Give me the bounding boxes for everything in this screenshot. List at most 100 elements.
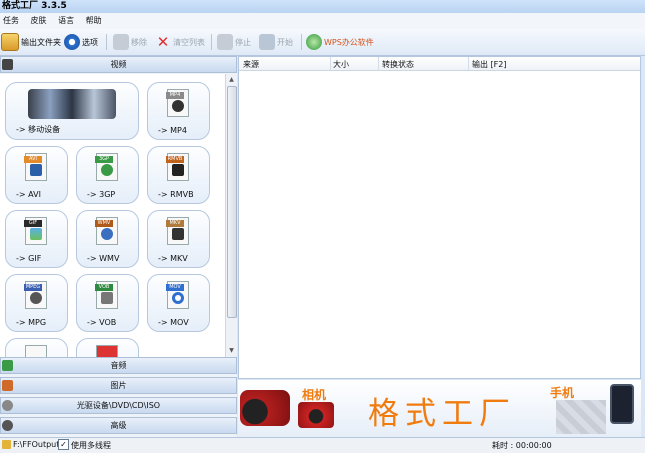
column-status[interactable]: 转换状态: [382, 59, 414, 70]
category-rom[interactable]: 光驱设备\DVD\CD\ISO: [0, 397, 237, 414]
tile-label: -> AVI: [16, 190, 41, 199]
tile-3gp[interactable]: 3GP -> 3GP: [76, 146, 139, 204]
task-list[interactable]: 来源 大小 转换状态 输出 [F2]: [238, 56, 641, 379]
music-icon: [2, 360, 13, 371]
category-rom-label: 光驱设备\DVD\CD\ISO: [76, 401, 161, 410]
clear-list-button[interactable]: ✕ 清空列表: [155, 33, 205, 51]
file-tag: MPEG: [24, 284, 42, 291]
remove-button[interactable]: 移除: [113, 33, 147, 51]
start-button[interactable]: 开始: [259, 33, 293, 51]
camcorder-icon: [240, 390, 290, 426]
scroll-down-icon[interactable]: ▼: [227, 346, 236, 356]
picture-icon: [2, 380, 13, 391]
toolbar-divider: [106, 34, 107, 50]
tile-mkv[interactable]: MKV -> MKV: [147, 210, 210, 268]
tile-partial[interactable]: [5, 338, 68, 357]
ad-banner[interactable]: 相机 格式工厂 手机: [238, 380, 641, 437]
tile-vob[interactable]: VOB -> VOB: [76, 274, 139, 332]
window-title: 格式工厂 3.3.5: [2, 1, 67, 11]
mkv-file-icon: MKV: [166, 217, 189, 245]
category-picture-label: 图片: [110, 381, 127, 390]
tile-gif[interactable]: GIF -> GIF: [5, 210, 68, 268]
disc-icon: [2, 400, 13, 411]
file-tag: GIF: [24, 220, 42, 227]
stop-button[interactable]: 停止: [217, 33, 251, 51]
tile-mp4[interactable]: MP4 -> MP4: [147, 82, 210, 140]
tile-partial[interactable]: [76, 338, 139, 357]
tile-mpg[interactable]: MPEG -> MPG: [5, 274, 68, 332]
grid-scrollbar[interactable]: ▲ ▼: [225, 74, 237, 357]
column-size[interactable]: 大小: [333, 59, 349, 70]
tile-mov[interactable]: MOV -> MOV: [147, 274, 210, 332]
tile-label: -> MP4: [158, 126, 187, 135]
stop-label: 停止: [235, 37, 251, 47]
clear-icon: ✕: [156, 33, 170, 51]
gear-icon: [64, 34, 80, 50]
toolbar: 输出文件夹 选项 移除 ✕ 清空列表 停止 开始 WPS办公软件: [0, 29, 645, 56]
menu-task[interactable]: 任务: [3, 13, 19, 29]
scrollbar-thumb[interactable]: [227, 86, 237, 318]
tile-label: -> RMVB: [158, 190, 194, 199]
multithread-checkbox[interactable]: ✓: [58, 439, 69, 450]
title-bar: 格式工厂 3.3.5: [0, 0, 645, 13]
tile-wmv[interactable]: WMV -> WMV: [76, 210, 139, 268]
folder-icon: [1, 33, 19, 51]
tile-avi[interactable]: AVI -> AVI: [5, 146, 68, 204]
column-output[interactable]: 输出 [F2]: [472, 59, 506, 70]
clear-list-label: 清空列表: [173, 37, 205, 47]
column-source[interactable]: 来源: [243, 59, 259, 70]
mpg-file-icon: MPEG: [24, 281, 47, 309]
category-video[interactable]: 视频: [0, 56, 237, 73]
file-tag: MKV: [166, 220, 184, 227]
format-grid: -> 移动设备 MP4 -> MP4 AVI -> AVI 3GP -> 3GP…: [0, 74, 225, 357]
tile-label: -> GIF: [16, 254, 42, 263]
scroll-up-icon[interactable]: ▲: [227, 75, 236, 85]
options-button[interactable]: 选项: [64, 33, 98, 51]
file-tag: MOV: [166, 284, 184, 291]
folder-small-icon: [2, 440, 11, 449]
menu-skin[interactable]: 皮肤: [31, 13, 47, 29]
file-tag: VOB: [95, 284, 113, 291]
tile-label: -> 移动设备: [16, 125, 61, 134]
multithread-label: 使用多线程: [71, 441, 111, 450]
tile-label: -> 3GP: [87, 190, 116, 199]
menu-help[interactable]: 帮助: [86, 13, 102, 29]
phone-icon: [610, 384, 634, 424]
tile-rmvb[interactable]: RMVB -> RMVB: [147, 146, 210, 204]
wps-icon: [306, 34, 322, 50]
wmv-file-icon: WMV: [95, 217, 118, 245]
menu-language[interactable]: 语言: [58, 13, 74, 29]
file-tag: WMV: [95, 220, 113, 227]
camera-label: 相机: [302, 388, 327, 402]
tile-label: -> WMV: [87, 254, 120, 263]
video-icon: [2, 59, 13, 70]
wps-button[interactable]: WPS办公软件: [306, 33, 374, 51]
blurred-ad-image: [556, 400, 606, 434]
task-list-header: 来源 大小 转换状态 输出 [F2]: [239, 57, 640, 71]
phone-label: 手机: [550, 386, 575, 400]
elapsed-time: 耗时 : 00:00:00: [492, 441, 552, 450]
file-tag: RMVB: [166, 156, 184, 163]
output-folder-button[interactable]: 输出文件夹: [1, 33, 61, 51]
mp4-file-icon: MP4: [166, 89, 189, 117]
column-divider: [468, 57, 469, 70]
stop-icon: [217, 34, 233, 50]
start-icon: [259, 34, 275, 50]
category-picture[interactable]: 图片: [0, 377, 237, 394]
output-folder-label: 输出文件夹: [21, 37, 61, 47]
advanced-icon: [2, 420, 13, 431]
tile-label: -> MPG: [16, 318, 47, 327]
output-path[interactable]: F:\FFOutput: [13, 440, 59, 449]
tile-label: -> MKV: [158, 254, 188, 263]
menu-bar: 任务 皮肤 语言 帮助: [0, 13, 645, 30]
category-advanced[interactable]: 高级: [0, 417, 237, 434]
tile-label: -> VOB: [87, 318, 117, 327]
category-video-label: 视频: [110, 60, 127, 69]
tile-mobile-device[interactable]: -> 移动设备: [5, 82, 139, 140]
brand-logo-text: 格式工厂: [368, 396, 516, 432]
start-label: 开始: [277, 37, 293, 47]
mov-file-icon: MOV: [166, 281, 189, 309]
file-tag: AVI: [24, 156, 42, 163]
category-audio[interactable]: 音频: [0, 357, 237, 374]
wps-label: WPS办公软件: [324, 37, 374, 47]
